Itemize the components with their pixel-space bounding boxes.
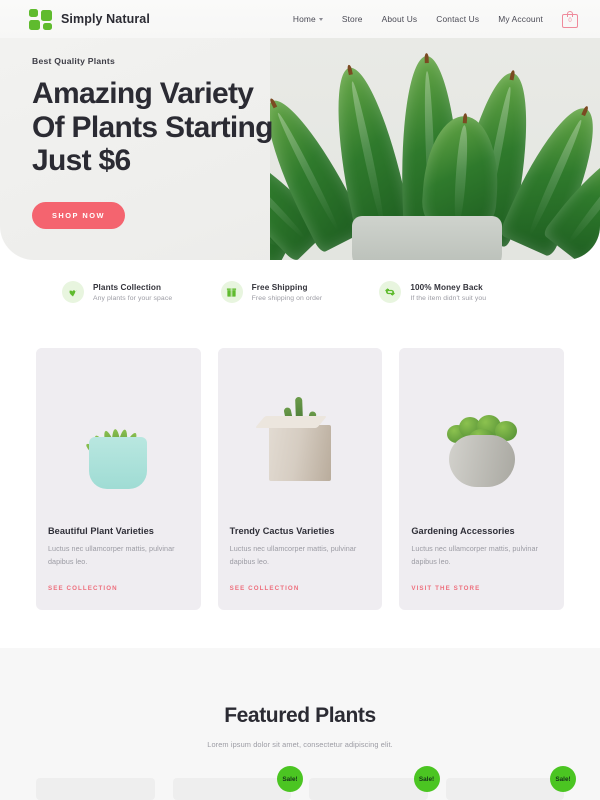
category-cards: Beautiful Plant Varieties Luctus nec ull… — [0, 348, 600, 610]
hero-copy: Best Quality Plants Amazing Variety Of P… — [32, 56, 332, 229]
product-card[interactable]: Sale! — [445, 766, 576, 800]
feature-plants-collection: Plants Collection Any plants for your sp… — [62, 281, 221, 303]
card-title: Trendy Cactus Varieties — [229, 526, 335, 536]
nav-item-about-us[interactable]: About Us — [382, 14, 418, 24]
product-card[interactable]: Sale! — [309, 766, 440, 800]
category-card-trendy-cactus[interactable]: Trendy Cactus Varieties Luctus nec ullam… — [217, 348, 383, 610]
four-squares-logo-icon — [29, 8, 53, 30]
nav-item-contact-us[interactable]: Contact Us — [436, 14, 479, 24]
featured-title: Featured Plants — [224, 704, 376, 727]
featured-subtitle: Lorem ipsum dolor sit amet, consectetur … — [207, 740, 393, 749]
hero-title: Amazing Variety Of Plants Starting Just … — [32, 77, 332, 178]
features-strip: Plants Collection Any plants for your sp… — [0, 264, 600, 320]
feature-subtitle: Any plants for your space — [93, 294, 173, 302]
card-link-visit-store[interactable]: VISIT THE STORE — [411, 585, 480, 592]
product-card[interactable] — [36, 778, 155, 800]
chevron-down-icon — [318, 18, 323, 21]
card-description: Luctus nec ullamcorper mattis, pulvinar … — [229, 544, 357, 566]
feature-title: Free Shipping — [251, 282, 308, 292]
feature-free-shipping: Free Shipping Free shipping on order — [220, 281, 380, 303]
card-image-moss-concrete-pot — [399, 348, 565, 513]
brand-logo[interactable]: Simply Natural — [29, 8, 150, 30]
nav-item-store[interactable]: Store — [342, 14, 363, 24]
feature-title: 100% Money Back — [410, 282, 483, 292]
category-card-gardening-accessories[interactable]: Gardening Accessories Luctus nec ullamco… — [399, 348, 565, 610]
box-icon — [220, 281, 243, 303]
hero-title-line-3: Just $6 — [32, 144, 131, 178]
leaf-icon — [62, 281, 84, 303]
brand-name: Simply Natural — [61, 12, 150, 26]
hero-title-line-2: Of Plants Starting — [32, 110, 273, 144]
refresh-icon — [379, 281, 402, 303]
shop-now-button[interactable]: SHOP NOW — [32, 201, 125, 229]
hero-eyebrow: Best Quality Plants — [32, 56, 116, 66]
cart-count: 0 — [568, 18, 572, 24]
nav-item-my-account[interactable]: My Account — [498, 14, 543, 24]
card-image-cactus-cube — [217, 348, 383, 513]
feature-subtitle: Free shipping on order — [251, 294, 323, 302]
site-header: Simply Natural Home Store About Us Conta… — [0, 0, 600, 38]
sale-badge: Sale! — [413, 766, 440, 792]
category-card-beautiful-plants[interactable]: Beautiful Plant Varieties Luctus nec ull… — [36, 348, 201, 610]
feature-subtitle: If the item didn't suit you — [410, 294, 487, 302]
card-title: Beautiful Plant Varieties — [48, 526, 154, 536]
cart-button[interactable]: 0 — [562, 10, 578, 28]
nav-label: Home — [292, 14, 316, 24]
card-description: Luctus nec ullamcorper mattis, pulvinar … — [411, 544, 538, 566]
sale-badge: Sale! — [277, 766, 303, 792]
card-title: Gardening Accessories — [411, 526, 515, 536]
featured-products-row: Sale! Sale! Sale! — [0, 766, 600, 800]
card-link-see-collection[interactable]: SEE COLLECTION — [230, 585, 300, 592]
featured-plants-section: Featured Plants Lorem ipsum dolor sit am… — [0, 648, 600, 800]
product-card[interactable]: Sale! — [172, 766, 303, 800]
feature-money-back: 100% Money Back If the item didn't suit … — [379, 281, 538, 303]
nav-item-home[interactable]: Home — [293, 14, 323, 24]
main-navigation: Home Store About Us Contact Us My Accoun… — [293, 10, 578, 28]
card-description: Luctus nec ullamcorper mattis, pulvinar … — [48, 544, 175, 566]
sale-badge: Sale! — [550, 766, 576, 792]
hero-section: Best Quality Plants Amazing Variety Of P… — [0, 38, 600, 260]
card-image-aloe-succulent — [36, 348, 201, 513]
hero-title-line-1: Amazing Variety — [32, 77, 254, 110]
feature-title: Plants Collection — [93, 282, 162, 292]
card-link-see-collection[interactable]: SEE COLLECTION — [48, 585, 118, 592]
